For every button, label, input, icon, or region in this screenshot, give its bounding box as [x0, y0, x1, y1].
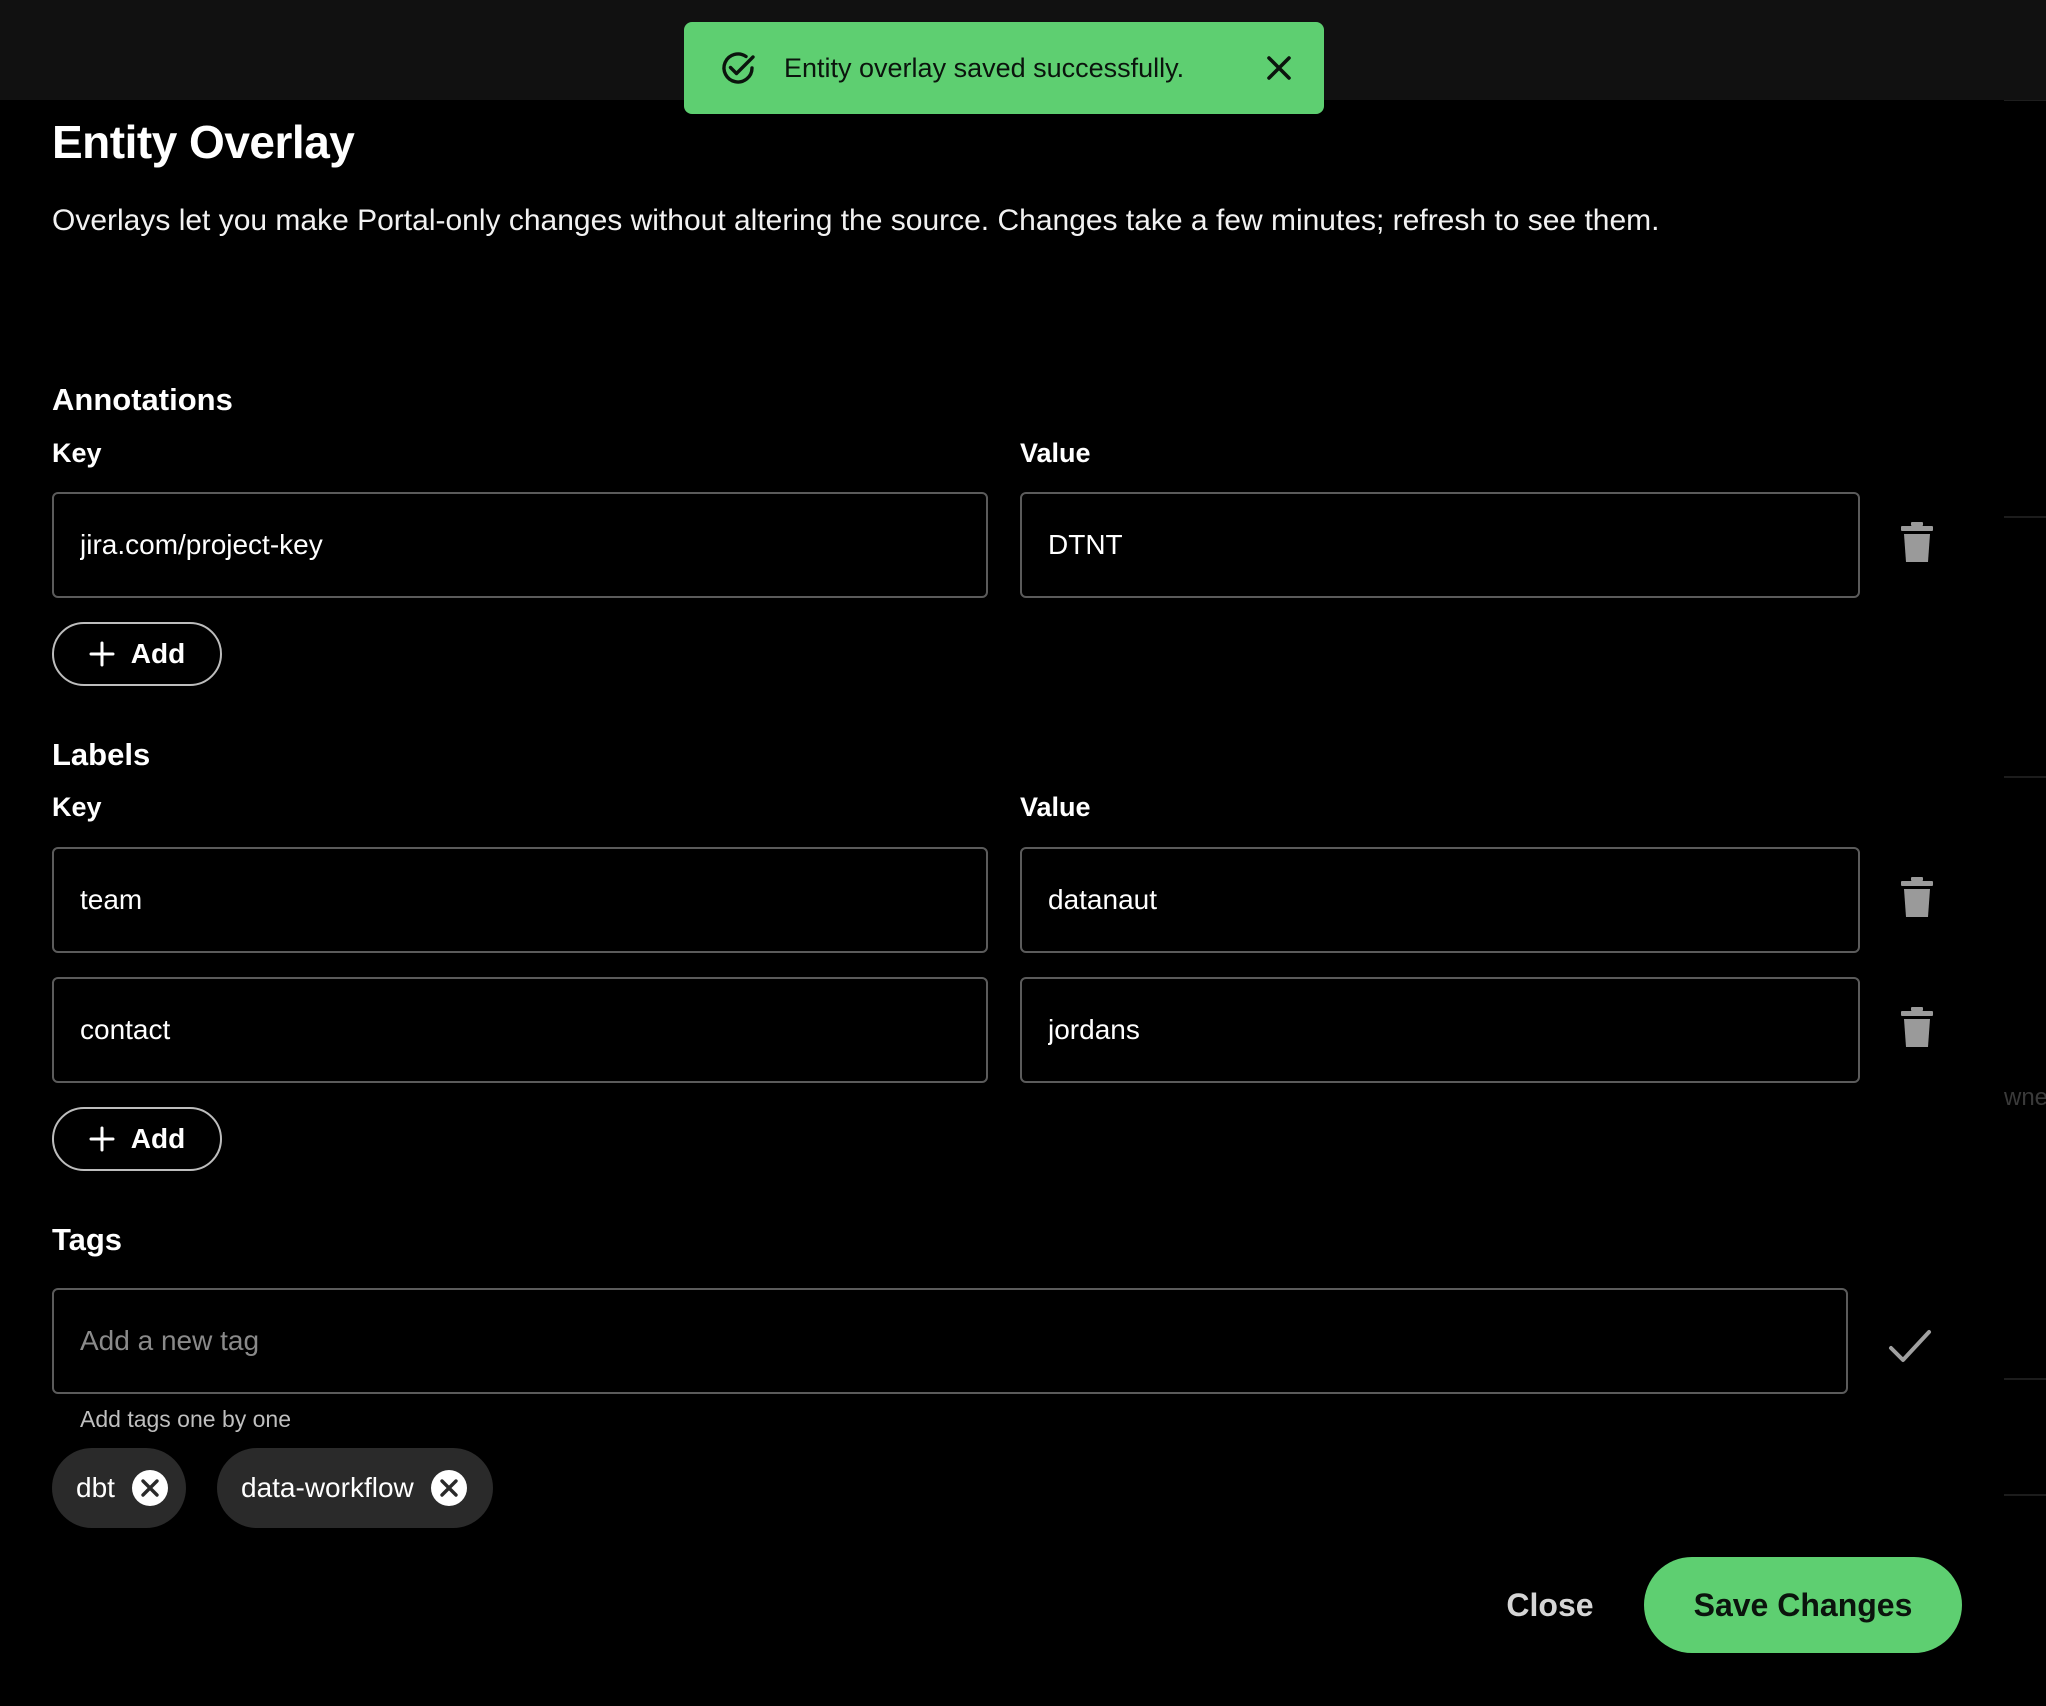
label-value-input[interactable] — [1020, 847, 1860, 953]
tag-chip-label: dbt — [76, 1472, 115, 1503]
toast-message: Entity overlay saved successfully. — [784, 52, 1185, 83]
checkmark-icon[interactable] — [1886, 1322, 1934, 1370]
remove-tag-icon[interactable] — [131, 1469, 169, 1507]
remove-tag-icon[interactable] — [430, 1469, 468, 1507]
labels-key-label: Key — [52, 792, 102, 822]
page: s Entity overlay saved successfully. Ent… — [0, 0, 2046, 1706]
labels-section-title: Labels — [52, 737, 151, 772]
annotations-key-label: Key — [52, 438, 102, 468]
labels-value-label: Value — [1020, 792, 1091, 822]
add-annotation-button[interactable]: Add — [52, 622, 222, 686]
tag-chip: data-workflow — [217, 1448, 493, 1528]
add-annotation-label: Add — [130, 638, 186, 669]
close-button[interactable]: Close — [1494, 1570, 1606, 1640]
tag-chip-label: data-workflow — [241, 1472, 414, 1503]
plus-icon — [89, 1126, 115, 1152]
annotation-key-input[interactable] — [52, 492, 988, 598]
trash-icon[interactable] — [1900, 1007, 1934, 1047]
add-label-button[interactable]: Add — [52, 1107, 222, 1171]
tags-helper-text: Add tags one by one — [80, 1406, 291, 1432]
trash-icon[interactable] — [1900, 522, 1934, 562]
background-text-fragment: wne — [2004, 1084, 2046, 1111]
background-divider — [2004, 1494, 2046, 1496]
background-divider — [2004, 1378, 2046, 1380]
label-key-input[interactable] — [52, 977, 988, 1083]
success-toast: Entity overlay saved successfully. — [684, 22, 1324, 114]
add-label-label: Add — [130, 1123, 186, 1154]
tags-section-title: Tags — [52, 1222, 123, 1257]
annotation-value-input[interactable] — [1020, 492, 1860, 598]
tag-chip: dbt — [52, 1448, 186, 1528]
plus-icon — [89, 641, 115, 667]
annotations-section-title: Annotations — [52, 382, 233, 417]
annotations-value-label: Value — [1020, 438, 1091, 468]
background-divider — [2004, 776, 2046, 778]
dialog-description: Overlays let you make Portal-only change… — [52, 204, 1660, 237]
dialog-title: Entity Overlay — [52, 116, 355, 168]
tag-input[interactable] — [52, 1288, 1848, 1394]
label-key-input[interactable] — [52, 847, 988, 953]
background-divider — [2004, 516, 2046, 518]
save-changes-button[interactable]: Save Changes — [1644, 1557, 1962, 1653]
check-circle-icon — [722, 52, 755, 84]
close-icon[interactable] — [1262, 51, 1296, 85]
trash-icon[interactable] — [1900, 877, 1934, 917]
label-value-input[interactable] — [1020, 977, 1860, 1083]
